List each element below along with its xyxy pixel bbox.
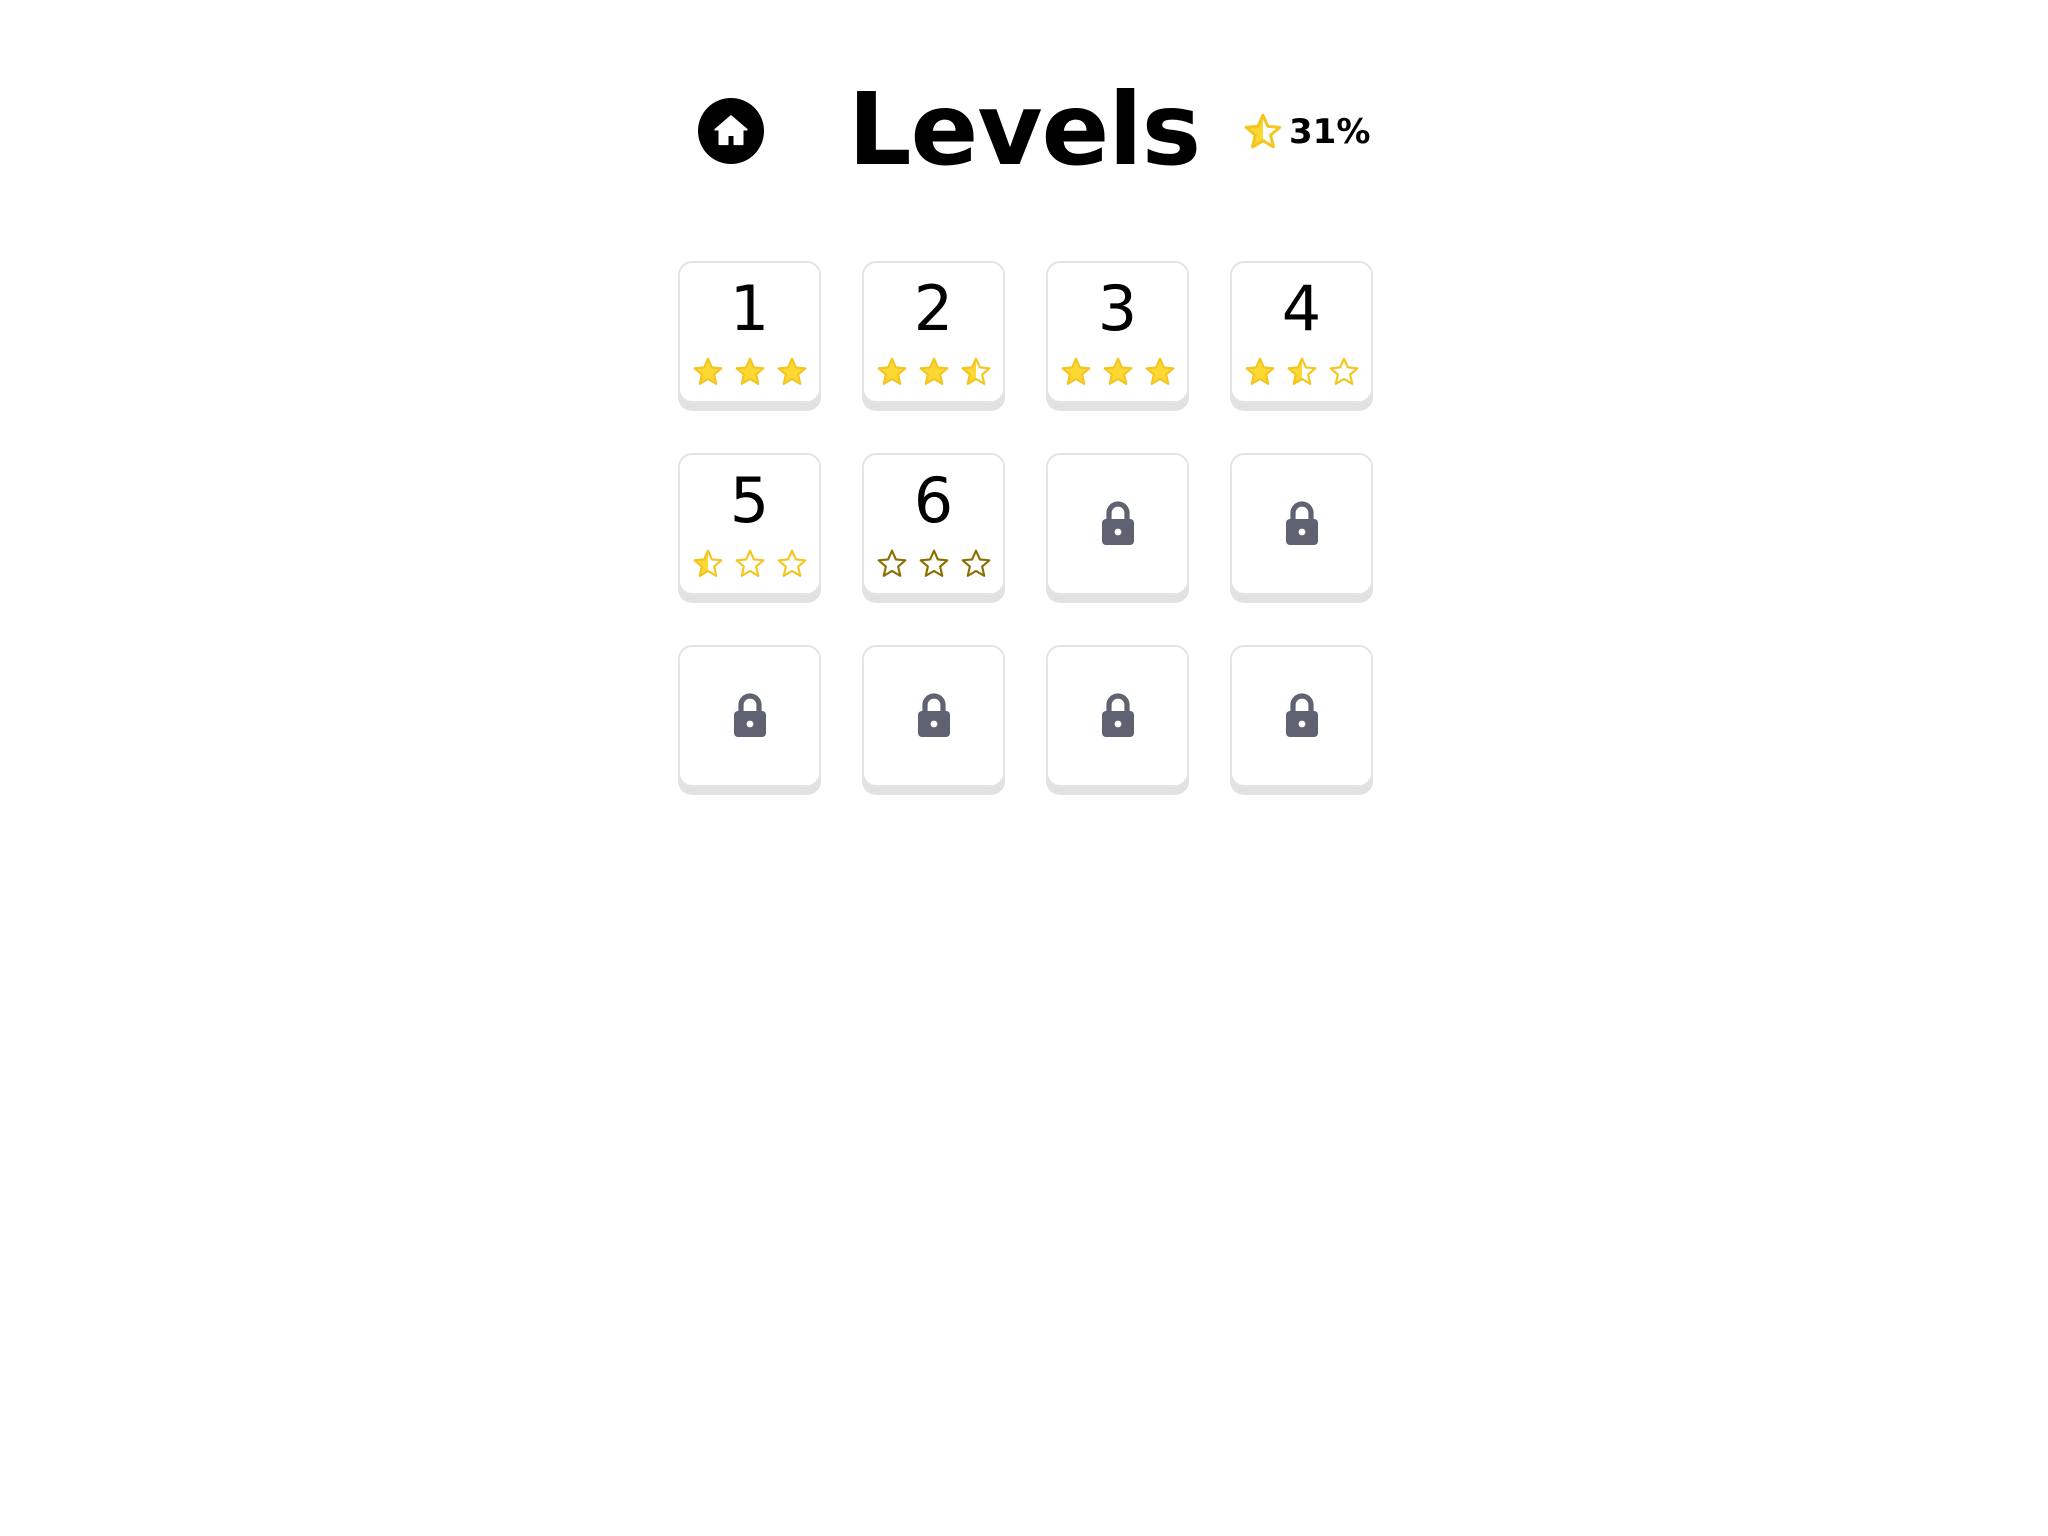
- level-tile-locked[interactable]: [1046, 453, 1189, 595]
- progress-indicator: 31%: [1243, 108, 1370, 156]
- lock-icon: [1098, 692, 1138, 740]
- star-empty-icon: [734, 548, 766, 580]
- level-tile-1[interactable]: 1: [678, 261, 821, 403]
- level-number: 2: [913, 272, 954, 345]
- progress-percent: 31%: [1289, 112, 1371, 152]
- level-stars: [680, 356, 819, 388]
- level-tile-locked[interactable]: [862, 645, 1005, 787]
- level-tile-locked[interactable]: [1230, 645, 1373, 787]
- level-number: 6: [913, 464, 954, 537]
- star-half-icon: [1286, 356, 1318, 388]
- page-title: Levels: [847, 71, 1201, 188]
- level-tile-4[interactable]: 4: [1230, 261, 1373, 403]
- level-stars: [1048, 356, 1187, 388]
- level-tile-locked[interactable]: [1230, 453, 1373, 595]
- level-tile-2[interactable]: 2: [862, 261, 1005, 403]
- lock-icon: [1282, 692, 1322, 740]
- star-half-icon: [960, 356, 992, 388]
- star-full-icon: [692, 356, 724, 388]
- star-full-icon: [734, 356, 766, 388]
- star-full-icon: [876, 356, 908, 388]
- star-full-icon: [1244, 356, 1276, 388]
- level-stars: [680, 548, 819, 580]
- lock-icon: [1098, 500, 1138, 548]
- level-stars: [1232, 356, 1371, 388]
- star-full-icon: [776, 356, 808, 388]
- header: Levels 31%: [0, 0, 2048, 260]
- level-tile-3[interactable]: 3: [1046, 261, 1189, 403]
- lock-icon: [914, 692, 954, 740]
- level-tile-6[interactable]: 6: [862, 453, 1005, 595]
- star-empty-icon: [918, 548, 950, 580]
- level-number: 3: [1097, 272, 1138, 345]
- star-full-icon: [1060, 356, 1092, 388]
- level-number: 5: [729, 464, 770, 537]
- star-empty-icon: [1328, 356, 1360, 388]
- level-stars: [864, 548, 1003, 580]
- level-stars: [864, 356, 1003, 388]
- level-tile-locked[interactable]: [678, 645, 821, 787]
- lock-icon: [1282, 500, 1322, 548]
- half-star-icon: [1243, 112, 1283, 152]
- star-full-icon: [1144, 356, 1176, 388]
- star-full-icon: [1102, 356, 1134, 388]
- star-full-icon: [918, 356, 950, 388]
- lock-icon: [730, 692, 770, 740]
- star-half-icon: [692, 548, 724, 580]
- level-number: 4: [1281, 272, 1322, 345]
- level-tile-locked[interactable]: [1046, 645, 1189, 787]
- star-empty-icon: [776, 548, 808, 580]
- level-number: 1: [729, 272, 770, 345]
- star-empty-icon: [960, 548, 992, 580]
- star-empty-icon: [876, 548, 908, 580]
- level-tile-5[interactable]: 5: [678, 453, 821, 595]
